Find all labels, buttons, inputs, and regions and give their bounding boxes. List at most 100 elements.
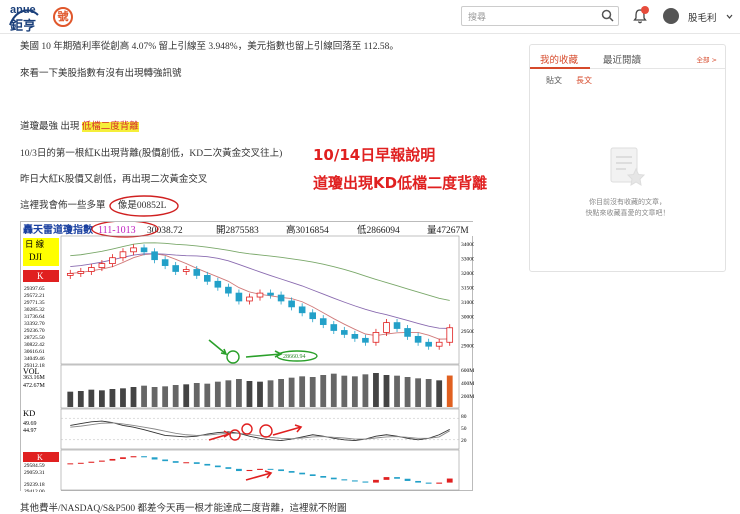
red-circle-cross-2 bbox=[241, 423, 253, 435]
candle-body bbox=[161, 259, 169, 266]
candle-body bbox=[393, 322, 401, 329]
empty-favorites-icon bbox=[610, 147, 646, 186]
mini-candle-body bbox=[172, 461, 179, 463]
empty-text-line1: 你目前沒有收藏的文章， bbox=[589, 198, 666, 206]
k2-value-label: 29412.00 bbox=[24, 489, 45, 492]
chevron-down-icon[interactable] bbox=[726, 13, 733, 20]
mini-candle-body bbox=[257, 468, 263, 470]
kd-tick-label: 20 bbox=[461, 438, 467, 444]
mini-candle-body bbox=[288, 471, 295, 473]
subtab-articles[interactable]: 長文 bbox=[576, 75, 592, 86]
volume-bar bbox=[120, 388, 126, 407]
mini-candle-body bbox=[425, 482, 432, 484]
volume-bar bbox=[88, 389, 95, 407]
volume-bar bbox=[204, 383, 211, 407]
volume-bar bbox=[162, 386, 169, 407]
mini-candle-body bbox=[236, 468, 242, 472]
volume-bar bbox=[394, 375, 400, 407]
dow-prefix: 道瓊最強 出現 bbox=[20, 122, 80, 132]
left-value-label: 30616.61 bbox=[24, 349, 45, 355]
mini-candle-body bbox=[193, 462, 200, 464]
left-value-label: 29236.70 bbox=[24, 328, 45, 334]
candle-body bbox=[130, 247, 137, 253]
mini-candle-body bbox=[309, 474, 316, 476]
article-line-dow: 道瓊最強 出現 低檔二度背離 bbox=[20, 118, 139, 132]
red-circle-annotation bbox=[109, 195, 179, 217]
candle-body bbox=[425, 341, 432, 347]
avatar[interactable] bbox=[663, 8, 679, 24]
volume-bar bbox=[373, 373, 379, 407]
volume-bar bbox=[351, 376, 358, 407]
volume-bar bbox=[267, 380, 274, 407]
left-value-label: 34049.46 bbox=[24, 356, 45, 362]
k2-value-label: 29584.59 bbox=[24, 463, 45, 469]
search-input[interactable]: 搜尋 bbox=[461, 6, 619, 26]
mini-candle-body bbox=[88, 461, 95, 463]
top-nav-bar: anue 鉅亨 號 搜尋 股毛利 bbox=[0, 0, 740, 34]
chart-title: 轟天雷道瓊指數 bbox=[23, 223, 93, 236]
mini-candle-body bbox=[204, 463, 211, 466]
red-note-date: 10/14日早報說明 bbox=[313, 146, 436, 164]
kd-tick-label: 80 bbox=[461, 414, 467, 420]
volume-tick-label: 200M bbox=[461, 394, 474, 400]
mini-candle-body bbox=[373, 479, 379, 483]
article-line-first-red-k: 10/3日的第一根紅K出現背離(股價創低，KD二次黃金交叉往上) bbox=[20, 149, 283, 159]
mini-candle-body bbox=[446, 478, 453, 483]
hao-badge-icon[interactable]: 號 bbox=[53, 7, 73, 27]
volume-bar bbox=[299, 376, 306, 407]
green-arrow-1 bbox=[208, 339, 227, 355]
candle-body bbox=[88, 267, 95, 272]
candle-body bbox=[372, 332, 380, 343]
volume-bar bbox=[383, 375, 390, 407]
favorites-panel: 我的收藏 最近閱讀 全部 > 貼文 長文 你目前沒有收藏的文章， 快點來收藏喜愛… bbox=[529, 44, 726, 272]
kd-axis-ticks: 80 50 20 bbox=[461, 414, 467, 444]
k2-value-label: 29239.18 bbox=[24, 482, 45, 488]
tab-my-favorites[interactable]: 我的收藏 bbox=[540, 52, 578, 66]
price-tick-label: 33000 bbox=[461, 257, 474, 263]
volume-bar bbox=[415, 378, 422, 407]
volume-bar bbox=[309, 377, 316, 407]
mini-candle-body bbox=[183, 462, 190, 464]
left-value-label: 33392.70 bbox=[24, 321, 45, 327]
left-value-label: 29397.65 bbox=[24, 286, 45, 292]
username[interactable]: 股毛利 bbox=[688, 10, 717, 24]
empty-text-line2: 快點來收藏喜愛的文章吧！ bbox=[585, 209, 670, 217]
volume-bar bbox=[130, 387, 137, 407]
mini-candle-body bbox=[109, 458, 116, 461]
volume-tick-label: 600M bbox=[461, 368, 474, 374]
left-value-label: 29572.21 bbox=[24, 293, 45, 299]
left-value-label: 30285.32 bbox=[24, 307, 45, 313]
volume-bar bbox=[77, 391, 84, 407]
k-label: K bbox=[37, 271, 44, 281]
article-line-yield: 美國 10 年期殖利率從創高 4.07% 留上引線至 3.948%，美元指數也留… bbox=[20, 42, 399, 52]
mini-candle-body bbox=[278, 469, 284, 472]
k2-value-label: 29059.31 bbox=[24, 470, 45, 476]
subtab-posts[interactable]: 貼文 bbox=[546, 75, 562, 86]
candle-body bbox=[277, 294, 285, 302]
candle-body bbox=[172, 265, 179, 272]
candle-body bbox=[246, 296, 253, 302]
candle-body bbox=[267, 292, 274, 296]
candle-body bbox=[214, 280, 222, 288]
volume-bar bbox=[67, 391, 74, 407]
mini-candle-body bbox=[362, 481, 369, 483]
tab-recent-reads[interactable]: 最近閱讀 bbox=[603, 52, 641, 66]
candle-body bbox=[341, 330, 348, 335]
price-tick-label: 30000 bbox=[461, 315, 474, 321]
volume-bar bbox=[446, 375, 453, 407]
circled-etf: 像是00852L bbox=[109, 195, 179, 217]
mini-candle-body bbox=[415, 480, 422, 483]
mini-candle-body bbox=[120, 457, 126, 459]
mini-candle-body bbox=[98, 460, 105, 462]
volume-bar bbox=[320, 375, 327, 407]
article-line-question: 來看一下美股指數有沒有出現轉強訊號 bbox=[20, 69, 182, 79]
mini-candle-body bbox=[299, 472, 306, 475]
candle-body bbox=[309, 312, 317, 320]
low-price-label: 28660.94 bbox=[283, 354, 306, 360]
candle-body bbox=[98, 263, 106, 268]
price-tick-label: 31500 bbox=[461, 286, 474, 292]
mini-candle-body bbox=[77, 462, 84, 464]
candle-body bbox=[446, 327, 454, 343]
view-all-link[interactable]: 全部 > bbox=[696, 54, 717, 64]
search-icon[interactable] bbox=[601, 9, 614, 22]
